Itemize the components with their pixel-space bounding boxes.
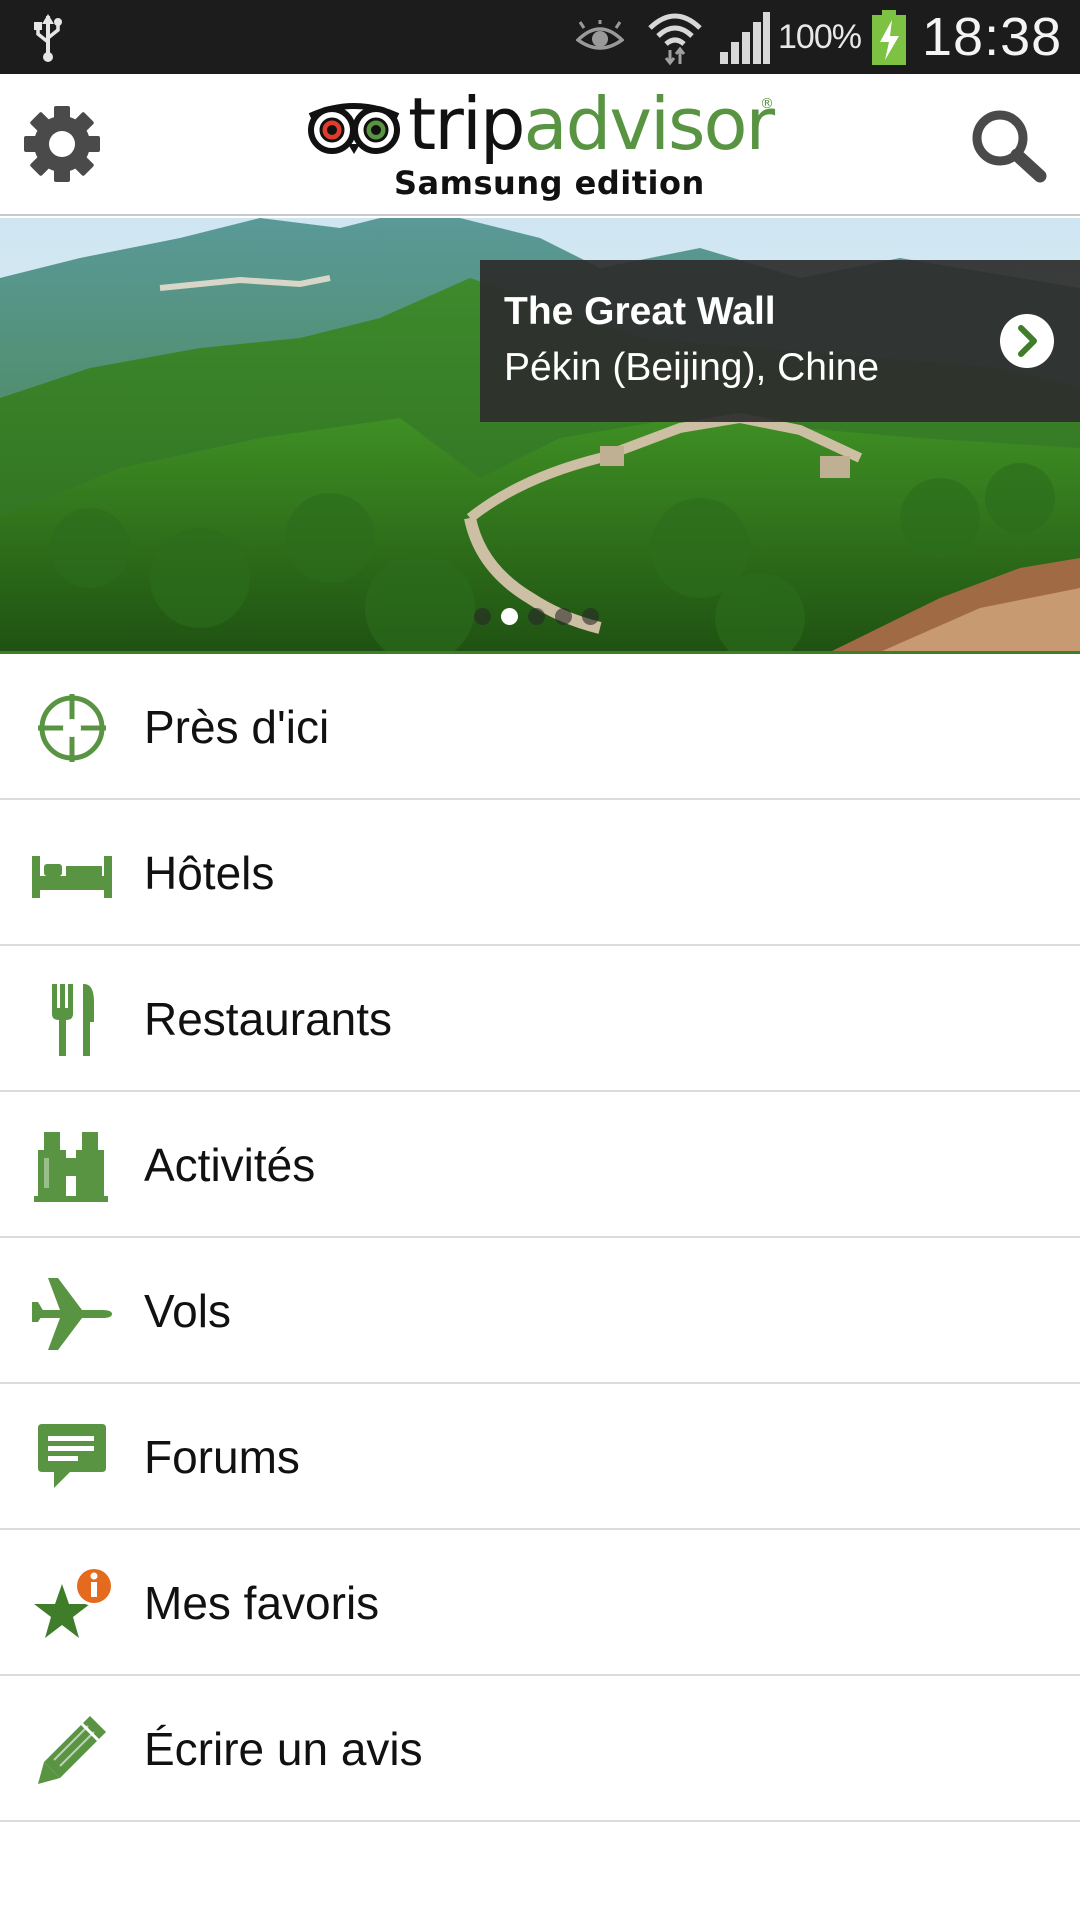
featured-carousel[interactable]: The Great Wall Pékin (Beijing), Chine xyxy=(0,218,1080,652)
battery-charging-icon xyxy=(872,10,906,65)
binoculars-icon xyxy=(34,1132,108,1202)
eye-icon xyxy=(576,20,624,50)
star-info-icon xyxy=(34,1566,114,1638)
carousel-indicators xyxy=(474,608,599,628)
search-button[interactable] xyxy=(966,106,1050,186)
menu-item-hotels[interactable]: Hôtels xyxy=(0,800,1080,946)
menu-item-flights[interactable]: Vols xyxy=(0,1238,1080,1384)
usb-icon xyxy=(34,14,62,62)
logo-wordmark: tripadvisor xyxy=(408,82,776,166)
pencil-icon xyxy=(38,1716,106,1784)
battery-percent: 100% xyxy=(778,18,862,56)
fork-knife-icon xyxy=(52,984,94,1056)
carousel-dot-active[interactable] xyxy=(501,608,518,625)
app-bar: tripadvisor ® Samsung edition xyxy=(0,74,1080,216)
crosshair-icon xyxy=(38,694,106,762)
signal-icon xyxy=(720,12,770,64)
menu-item-forums[interactable]: Forums xyxy=(0,1384,1080,1530)
gear-icon xyxy=(24,106,100,182)
carousel-dot[interactable] xyxy=(555,608,572,625)
menu-item-restaurants[interactable]: Restaurants xyxy=(0,946,1080,1092)
menu-item-label: Activités xyxy=(144,1139,316,1191)
menu-item-label: Forums xyxy=(144,1431,300,1483)
settings-button[interactable] xyxy=(20,102,104,186)
carousel-dot[interactable] xyxy=(582,608,599,625)
menu-item-favorites[interactable]: Mes favoris xyxy=(0,1530,1080,1676)
wifi-icon xyxy=(648,13,702,66)
menu-item-activities[interactable]: Activités xyxy=(0,1092,1080,1238)
logo-advisor: advisor xyxy=(523,82,776,166)
menu-item-label: Près d'ici xyxy=(144,701,330,753)
bed-icon xyxy=(32,856,112,898)
logo-registered-mark: ® xyxy=(760,96,774,112)
menu-item-label: Restaurants xyxy=(144,993,393,1045)
menu-item-label: Mes favoris xyxy=(144,1577,380,1629)
menu-item-nearby[interactable]: Près d'ici xyxy=(0,654,1080,800)
chevron-right-icon xyxy=(1018,325,1037,357)
menu-item-label: Hôtels xyxy=(144,847,275,899)
menu-item-label: Écrire un avis xyxy=(144,1723,423,1775)
carousel-dot[interactable] xyxy=(474,608,491,625)
clock: 18:38 xyxy=(922,7,1063,67)
carousel-dot[interactable] xyxy=(528,608,545,625)
logo-trip: trip xyxy=(408,82,526,166)
menu-item-write-review[interactable]: Écrire un avis xyxy=(0,1676,1080,1822)
hero-next-button[interactable] xyxy=(1000,314,1054,368)
hero-subtitle: Pékin (Beijing), Chine xyxy=(504,346,880,389)
menu-item-label: Vols xyxy=(144,1285,231,1337)
main-menu: Près d'ici Hôtels Restaurants Activités … xyxy=(0,654,1080,1822)
owl-eyes-icon xyxy=(308,103,400,154)
search-icon xyxy=(972,110,1047,183)
hero-caption[interactable]: The Great Wall Pékin (Beijing), Chine xyxy=(480,260,1080,422)
edition-label: Samsung edition xyxy=(394,164,705,202)
chat-bubble-icon xyxy=(38,1424,106,1488)
tripadvisor-logo: tripadvisor ® Samsung edition xyxy=(300,84,780,205)
airplane-icon xyxy=(32,1278,112,1350)
hero-title: The Great Wall xyxy=(504,290,776,333)
status-bar: 100% 18:38 xyxy=(0,0,1080,74)
